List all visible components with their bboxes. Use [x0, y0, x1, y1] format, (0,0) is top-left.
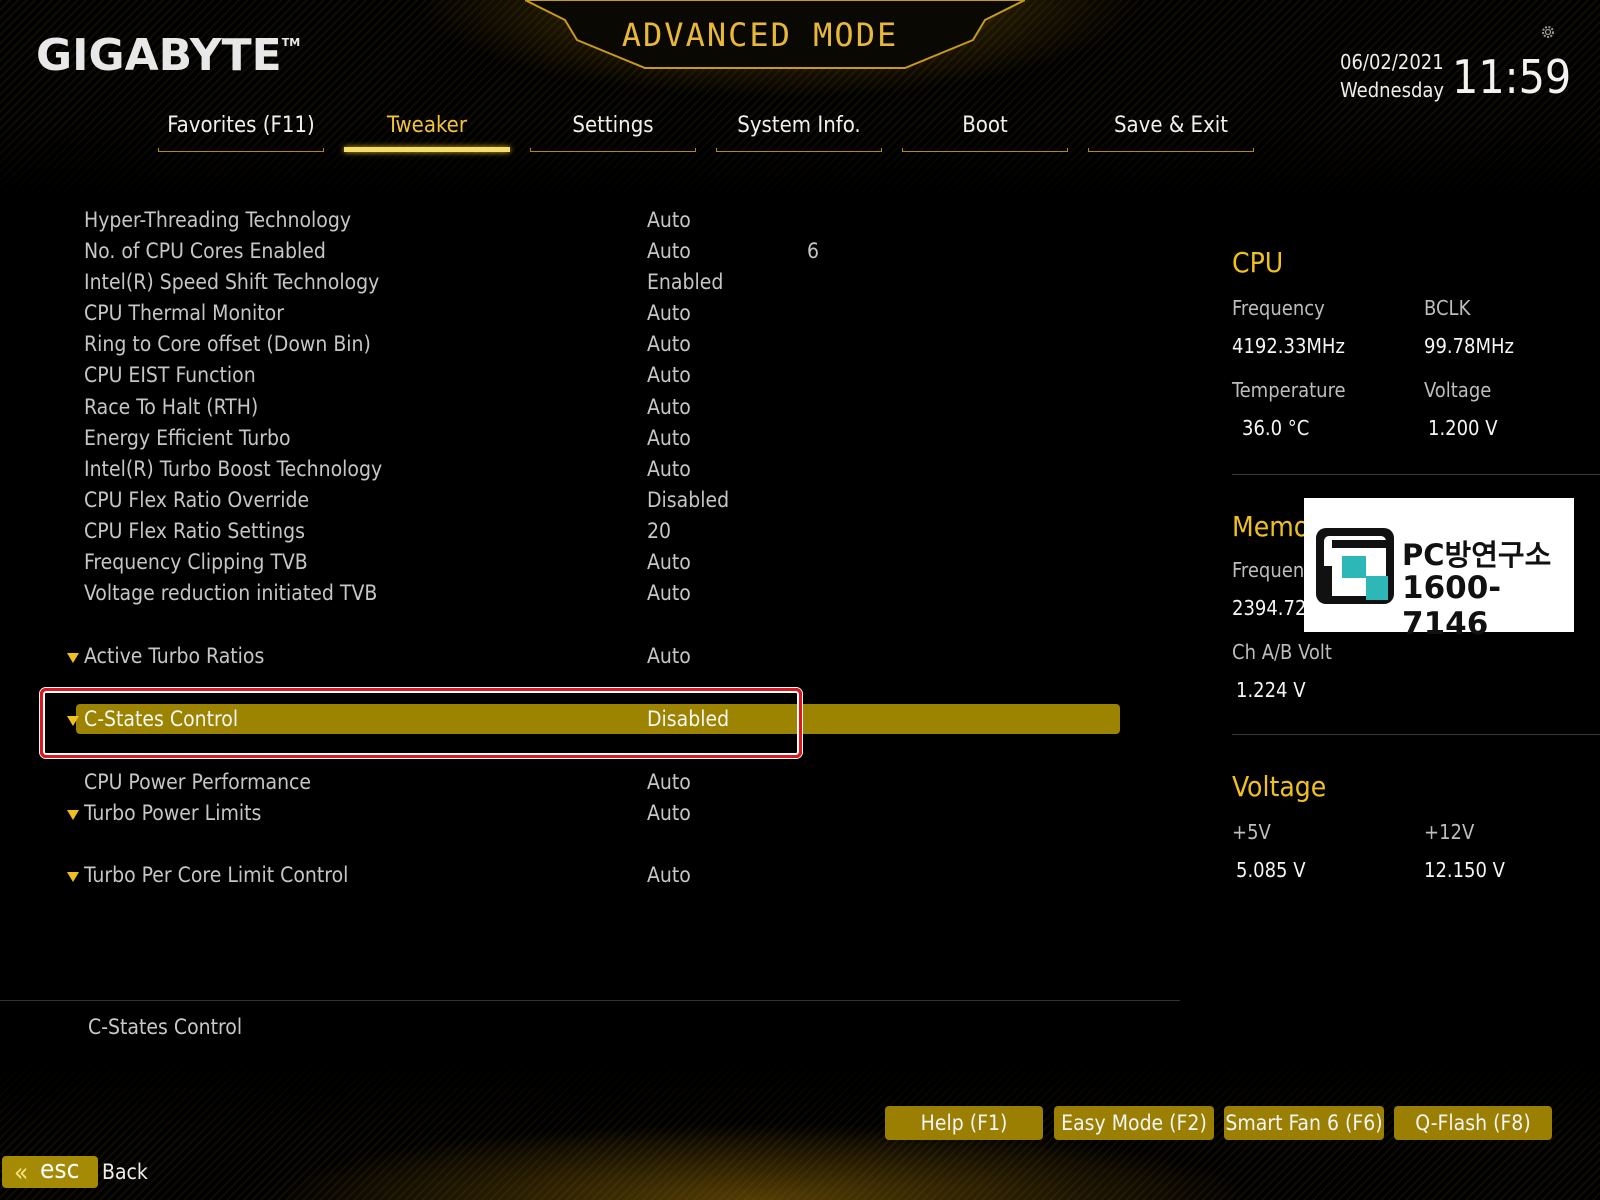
item-help-text: C-States Control [88, 1015, 243, 1039]
menu-item[interactable]: CPU Flex Ratio Override Disabled [60, 485, 1120, 515]
menu-item[interactable]: Frequency Clipping TVB Auto [60, 547, 1120, 577]
double-chevron-left-icon: « [14, 1158, 29, 1188]
expand-arrow-icon [67, 810, 79, 820]
bclk-label: BCLK [1424, 296, 1471, 320]
date-display: 06/02/2021 Wednesday [1340, 48, 1444, 104]
cpu-temperature-label: Temperature [1232, 378, 1346, 402]
cpu-temperature-value: 36.0 °C [1242, 416, 1310, 440]
menu-item-submenu[interactable]: Active Turbo Ratios Auto [60, 641, 1120, 671]
tab-system-info[interactable]: System Info. [716, 110, 882, 152]
help-button[interactable]: Help (F1) [885, 1106, 1043, 1140]
watermark-ad-overlay: PC방연구소 1600-7146 [1304, 498, 1574, 642]
clock-time: 11:59 [1452, 50, 1572, 104]
mode-title: ADVANCED MODE [621, 16, 899, 54]
cpu-frequency-value: 4192.33MHz [1232, 334, 1345, 358]
memory-section-title: Memo [1232, 510, 1310, 543]
tab-save-exit[interactable]: Save & Exit [1088, 110, 1254, 152]
menu-item[interactable]: Race To Halt (RTH) Auto [60, 392, 1120, 422]
menu-item[interactable]: Ring to Core offset (Down Bin) Auto [60, 329, 1120, 359]
bclk-value: 99.78MHz [1424, 334, 1514, 358]
voltage-section-title: Voltage [1232, 770, 1327, 803]
highlight-annotation-box [40, 688, 802, 758]
menu-item[interactable]: Hyper-Threading Technology Auto [60, 205, 1120, 235]
menu-item[interactable]: CPU Flex Ratio Settings 20 [60, 516, 1120, 546]
tab-boot[interactable]: Boot [902, 110, 1068, 152]
gigabyte-logo: GIGABYTETM [36, 30, 301, 81]
expand-arrow-icon [67, 653, 79, 663]
expand-arrow-icon [67, 872, 79, 882]
menu-item[interactable]: Intel(R) Speed Shift Technology Enabled [60, 267, 1120, 297]
cpu-frequency-label: Frequency [1232, 296, 1325, 320]
cpu-voltage-label: Voltage [1424, 378, 1492, 402]
footer-divider [0, 1000, 1180, 1001]
pc-lab-logo-icon [1316, 528, 1394, 604]
plus12v-label: +12V [1424, 820, 1475, 844]
core-count-value: 6 [807, 239, 820, 263]
ch-ab-volt-label: Ch A/B Volt [1232, 640, 1332, 664]
menu-item[interactable]: No. of CPU Cores Enabled Auto 6 [60, 236, 1120, 266]
memory-frequency-label: Frequen [1232, 558, 1305, 582]
menu-item[interactable]: CPU Thermal Monitor Auto [60, 298, 1120, 328]
tab-favorites[interactable]: Favorites (F11) [158, 110, 324, 152]
tab-settings[interactable]: Settings [530, 110, 696, 152]
back-label[interactable]: Back [102, 1160, 148, 1184]
menu-item-submenu[interactable]: Turbo Per Core Limit Control Auto [60, 860, 1120, 890]
tab-tweaker[interactable]: Tweaker [344, 110, 510, 152]
smart-fan-button[interactable]: Smart Fan 6 (F6) [1224, 1106, 1384, 1140]
q-flash-button[interactable]: Q-Flash (F8) [1394, 1106, 1552, 1140]
cpu-section-title: CPU [1232, 246, 1284, 279]
ad-phone-text: 1600-7146 [1402, 570, 1502, 642]
plus12v-value: 12.150 V [1424, 858, 1505, 882]
menu-item[interactable]: Energy Efficient Turbo Auto [60, 423, 1120, 453]
sidebar-divider [1232, 734, 1600, 735]
day-value: Wednesday [1340, 78, 1445, 102]
easy-mode-button[interactable]: Easy Mode (F2) [1054, 1106, 1214, 1140]
menu-item[interactable]: Intel(R) Turbo Boost Technology Auto [60, 454, 1120, 484]
ad-brand-text: PC방연구소 [1402, 538, 1552, 572]
menu-item-submenu[interactable]: Turbo Power Limits Auto [60, 798, 1120, 828]
date-value: 06/02/2021 [1340, 50, 1444, 74]
cpu-voltage-value: 1.200 V [1428, 416, 1498, 440]
plus5v-label: +5V [1232, 820, 1271, 844]
menu-item[interactable]: CPU EIST Function Auto [60, 360, 1120, 390]
gear-icon[interactable] [1540, 24, 1556, 40]
sidebar-divider [1232, 474, 1600, 475]
menu-item[interactable]: Voltage reduction initiated TVB Auto [60, 578, 1120, 608]
ch-ab-volt-value: 1.224 V [1236, 678, 1306, 702]
memory-frequency-value: 2394.72 [1232, 596, 1307, 620]
plus5v-value: 5.085 V [1236, 858, 1306, 882]
esc-label: esc [40, 1155, 80, 1185]
menu-item[interactable]: CPU Power Performance Auto [60, 767, 1120, 797]
